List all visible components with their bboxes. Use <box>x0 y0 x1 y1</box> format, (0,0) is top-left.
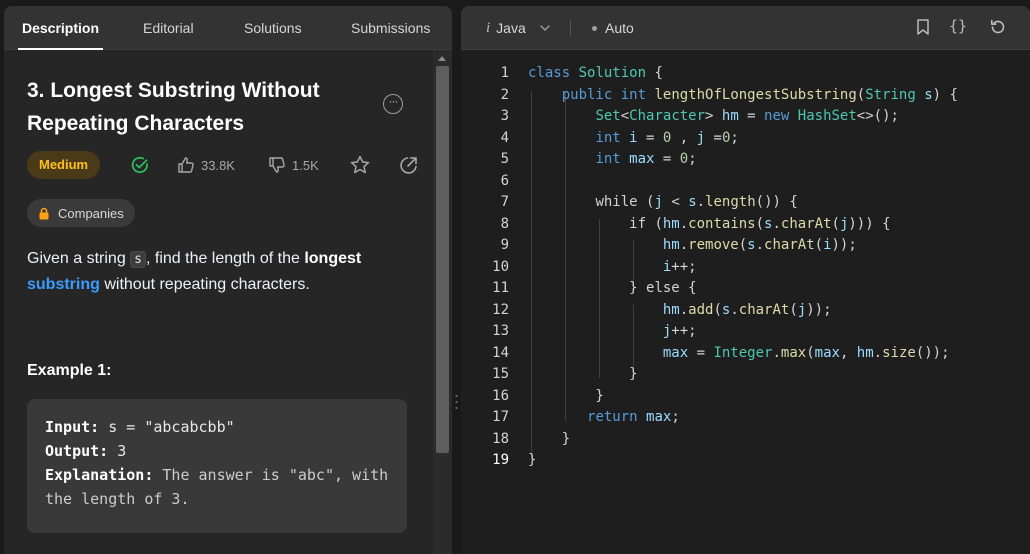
line-number: 18 <box>492 430 509 447</box>
description-content: 3. Longest Substring Without Repeating C… <box>4 50 432 554</box>
example-box: Input: s = "abcabcbb" Output: 3 Explanat… <box>27 399 407 533</box>
toolbar-separator <box>570 20 571 36</box>
panel-resize-handle[interactable] <box>452 0 461 554</box>
line-code: while (j < s.length()) { <box>595 194 798 210</box>
like-count: 33.8K <box>201 157 235 173</box>
line-code: if (hm.contains(s.charAt(j))) { <box>629 215 891 232</box>
line-number: 13 <box>492 323 509 339</box>
solved-check-icon <box>131 156 148 174</box>
companies-label: Companies <box>58 205 124 221</box>
line-number: 14 <box>492 344 509 361</box>
line-number: 6 <box>500 172 509 189</box>
line-number: 15 <box>492 366 509 382</box>
substring-link[interactable]: substring <box>27 276 100 293</box>
auto-label: Auto <box>605 20 634 36</box>
line-code: i++; <box>662 258 697 275</box>
example-input: Input: s = "abcabcbb" <box>45 415 389 439</box>
thumbs-up-icon <box>178 157 194 173</box>
like-button[interactable]: 33.8K <box>177 154 235 176</box>
line-code: hm.remove(s.charAt(i)); <box>662 237 857 253</box>
desc-text: , find the length of the <box>145 250 305 267</box>
description-scrollbar[interactable] <box>433 50 452 554</box>
dislike-button[interactable]: 1.5K <box>268 154 319 176</box>
format-code-icon[interactable]: {} <box>949 17 967 35</box>
line-code: class Solution { <box>528 65 663 81</box>
desc-text: without repeating characters. <box>99 276 310 293</box>
example-title: Example 1: <box>27 362 112 379</box>
line-number: 17 <box>492 409 509 425</box>
chevron-down-icon <box>540 25 550 31</box>
line-code: Set<Character> hm = new HashSet<>(); <box>595 108 899 124</box>
line-code: } <box>528 366 638 382</box>
reset-icon[interactable] <box>989 18 1007 36</box>
input-value: s = "abcabcbb" <box>108 418 235 436</box>
desc-text: Given a string <box>27 250 131 267</box>
line-code: j++; <box>662 323 697 339</box>
scroll-up-arrow-icon[interactable] <box>438 56 446 61</box>
line-number: 3 <box>500 108 509 124</box>
tab-submissions[interactable]: Submissions <box>351 6 430 50</box>
bookmark-icon[interactable] <box>916 18 930 36</box>
dislike-count: 1.5K <box>292 157 319 173</box>
language-label: Java <box>496 20 526 36</box>
line-number: 4 <box>500 129 509 146</box>
line-number: 7 <box>500 194 509 210</box>
example-output: Output: 3 <box>45 439 389 463</box>
description-panel: Description Editorial Solutions Submissi… <box>4 6 452 554</box>
code-editor-panel: i Java Auto {} 1 class Solution { 2 public… <box>461 6 1030 554</box>
line-number: 16 <box>492 387 509 404</box>
output-value: 3 <box>117 442 127 460</box>
difficulty-badge: Medium <box>27 151 101 179</box>
line-number: 5 <box>500 151 509 167</box>
input-label: Input: <box>45 418 100 436</box>
tab-description[interactable]: Description <box>17 6 104 50</box>
tab-solutions[interactable]: Solutions <box>244 6 302 50</box>
status-dot-icon <box>592 25 597 31</box>
info-icon: i <box>486 19 491 36</box>
editor-toolbar: i Java Auto {} <box>461 6 1030 50</box>
line-number: 2 <box>500 86 509 103</box>
line-code: hm.add(s.charAt(j)); <box>662 301 832 318</box>
line-code: max = Integer.max(max, hm.size()); <box>662 344 950 361</box>
example-explanation: Explanation: The answer is "abc", with t… <box>45 463 389 511</box>
description-tabbar: Description Editorial Solutions Submissi… <box>4 6 452 50</box>
line-code: } else { <box>528 280 697 296</box>
drag-dots-icon <box>455 393 458 411</box>
line-code: } <box>528 430 571 447</box>
language-select[interactable]: i Java <box>486 6 552 50</box>
companies-button[interactable]: Companies <box>27 199 135 227</box>
star-icon[interactable] <box>349 154 371 176</box>
line-number: 1 <box>500 65 509 81</box>
line-code: } <box>528 387 604 404</box>
share-icon[interactable] <box>398 154 420 176</box>
line-number: 9 <box>500 237 509 253</box>
auto-mode-indicator[interactable]: Auto <box>592 6 634 50</box>
line-number: 12 <box>492 301 509 318</box>
output-label: Output: <box>45 442 109 460</box>
line-code: return max; <box>587 409 680 425</box>
line-code: } <box>528 452 537 468</box>
more-options-icon[interactable]: ··· <box>383 94 403 114</box>
explanation-label: Explanation: <box>45 466 154 484</box>
problem-description: Given a string s, find the length of the… <box>27 246 397 297</box>
inline-code: s <box>130 251 146 268</box>
thumbs-down-icon <box>269 157 285 173</box>
lock-icon <box>39 207 49 219</box>
tab-editorial[interactable]: Editorial <box>143 6 194 50</box>
line-number: 8 <box>500 215 509 232</box>
scroll-thumb[interactable] <box>436 66 449 453</box>
line-code: int max = 0; <box>595 151 697 167</box>
code-editor[interactable]: 1 class Solution { 2 public int lengthOfLo… <box>461 50 1030 554</box>
line-number: 10 <box>492 258 509 275</box>
desc-bold: longest <box>304 250 362 267</box>
line-number: 11 <box>492 280 509 296</box>
line-code: int i = 0 , j =0; <box>595 129 739 146</box>
line-number: 19 <box>492 452 509 468</box>
line-code: public int lengthOfLongestSubstring(Stri… <box>561 86 958 103</box>
problem-meta: Medium 33.8K 1.5K <box>27 150 427 180</box>
problem-title: 3. Longest Substring Without Repeating C… <box>27 79 320 135</box>
